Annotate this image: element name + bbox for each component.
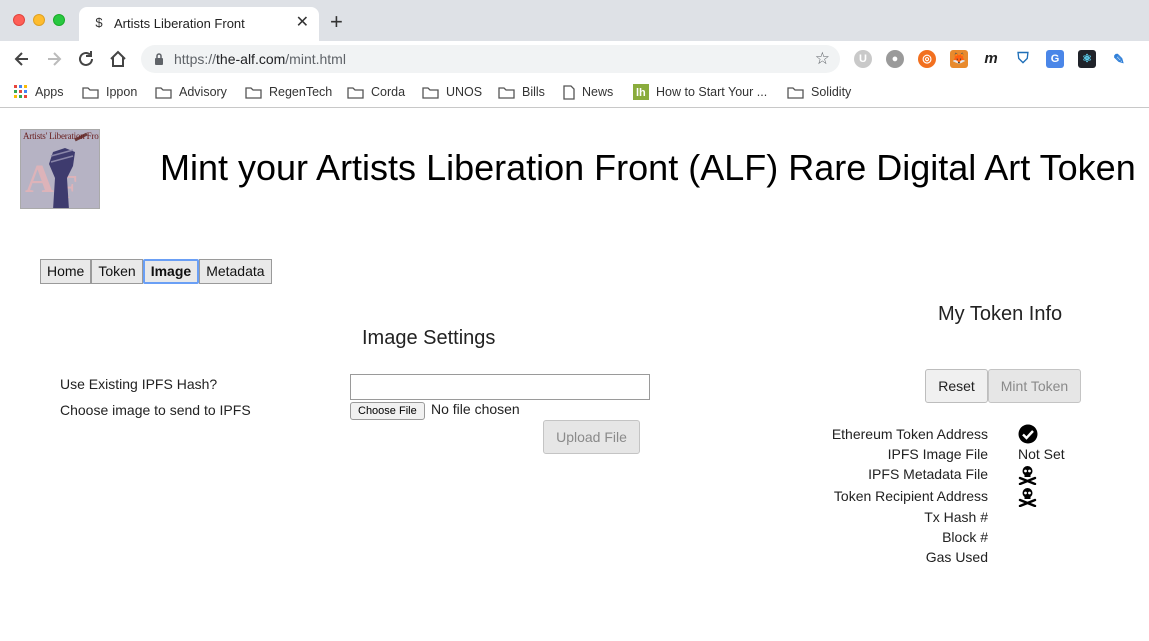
logo-text: Artists' Liberation Front [23, 131, 100, 141]
skull-crossbones-icon [1018, 488, 1037, 507]
bookmark-how-to-start[interactable]: lh How to Start Your ... [633, 83, 767, 101]
reload-icon[interactable] [76, 49, 96, 69]
ipfs-hash-input[interactable] [350, 374, 650, 400]
translate-extension-icon[interactable]: G [1046, 50, 1064, 68]
existing-hash-label: Use Existing IPFS Hash? [60, 376, 218, 392]
address-bar[interactable]: https://the-alf.com/mint.html ☆ [141, 45, 840, 73]
folder-icon [245, 86, 262, 99]
bookmarks-bar: Apps Ippon Advisory RegenTech Corda UNOS… [0, 77, 1149, 108]
page-icon [563, 84, 575, 100]
browser-toolbar: https://the-alf.com/mint.html ☆ U ● ◎ 🦊 … [0, 41, 1149, 77]
feather-extension-icon[interactable]: ✎ [1110, 50, 1128, 68]
tab-token[interactable]: Token [91, 259, 143, 284]
window-maximize-button[interactable] [53, 14, 65, 26]
lh-site-icon: lh [633, 84, 649, 100]
section-tabs: Home Token Image Metadata [40, 259, 272, 284]
bookmark-regentech[interactable]: RegenTech [245, 83, 332, 101]
tab-title: Artists Liberation Front [114, 16, 245, 31]
m-extension-icon[interactable]: m [982, 50, 1000, 68]
shield-extension-icon[interactable]: ⛉ [1014, 50, 1032, 68]
tab-close-icon[interactable]: ✕ [296, 14, 309, 32]
raised-fist-icon: A F [21, 130, 99, 208]
ublock-extension-icon[interactable]: U [854, 50, 872, 68]
folder-icon [787, 86, 804, 99]
choose-image-label: Choose image to send to IPFS [60, 402, 251, 418]
lifebuoy-extension-icon[interactable]: ◎ [918, 50, 936, 68]
image-settings-title: Image Settings [362, 327, 496, 349]
url-text: https://the-alf.com/mint.html [174, 51, 346, 67]
info-label-tx-hash: Tx Hash # [924, 509, 988, 525]
bookmark-ippon[interactable]: Ippon [82, 83, 137, 101]
upload-file-button[interactable]: Upload File [543, 420, 640, 454]
forward-arrow-icon[interactable] [44, 49, 64, 69]
circle-extension-icon[interactable]: ● [886, 50, 904, 68]
info-label-block: Block # [942, 529, 988, 545]
info-label-gas-used: Gas Used [925, 549, 988, 565]
bookmark-solidity[interactable]: Solidity [787, 83, 851, 101]
reset-button[interactable]: Reset [925, 369, 988, 403]
bookmark-unos[interactable]: UNOS [422, 83, 482, 101]
alf-favicon-icon: $ [95, 15, 103, 30]
window-close-button[interactable] [13, 14, 25, 26]
alf-logo: A F Artists' Liberation Front [20, 129, 100, 209]
folder-icon [82, 86, 99, 99]
window-minimize-button[interactable] [33, 14, 45, 26]
mint-token-button[interactable]: Mint Token [988, 369, 1081, 403]
info-label-ipfs-image: IPFS Image File [887, 446, 988, 462]
bookmark-corda[interactable]: Corda [347, 83, 405, 101]
token-info-title: My Token Info [938, 303, 1063, 325]
page-title: Mint your Artists Liberation Front (ALF)… [160, 147, 1136, 188]
bookmark-star-icon[interactable]: ☆ [815, 50, 830, 68]
tab-home[interactable]: Home [40, 259, 92, 284]
home-icon[interactable] [108, 49, 128, 69]
metamask-extension-icon[interactable]: 🦊 [950, 50, 968, 68]
back-arrow-icon[interactable] [12, 49, 32, 69]
bookmark-bills[interactable]: Bills [498, 83, 545, 101]
info-label-eth-address: Ethereum Token Address [831, 426, 988, 442]
folder-icon [155, 86, 172, 99]
svg-text:lh: lh [636, 87, 646, 99]
bookmark-advisory[interactable]: Advisory [155, 83, 227, 101]
no-file-chosen-text: No file chosen [431, 401, 520, 417]
react-extension-icon[interactable]: ⚛ [1078, 50, 1096, 68]
info-label-recipient: Token Recipient Address [833, 488, 988, 504]
folder-icon [498, 86, 515, 99]
tab-metadata[interactable]: Metadata [199, 259, 272, 284]
folder-icon [347, 86, 364, 99]
folder-icon [422, 86, 439, 99]
choose-file-button[interactable]: Choose File [350, 402, 425, 420]
apps-grid-icon [14, 85, 27, 98]
browser-tabstrip: $ Artists Liberation Front ✕ + [0, 0, 1149, 41]
check-circle-icon [1018, 424, 1038, 444]
tab-image[interactable]: Image [142, 259, 200, 284]
lock-icon [155, 53, 163, 65]
skull-crossbones-icon [1018, 466, 1037, 485]
new-tab-icon[interactable]: + [330, 11, 343, 33]
bookmark-news[interactable]: News [563, 83, 613, 101]
bookmark-apps[interactable]: Apps [14, 83, 64, 101]
info-value-ipfs-image: Not Set [1018, 446, 1065, 462]
browser-tab[interactable]: $ Artists Liberation Front ✕ [79, 7, 319, 41]
info-label-ipfs-metadata: IPFS Metadata File [868, 466, 988, 482]
